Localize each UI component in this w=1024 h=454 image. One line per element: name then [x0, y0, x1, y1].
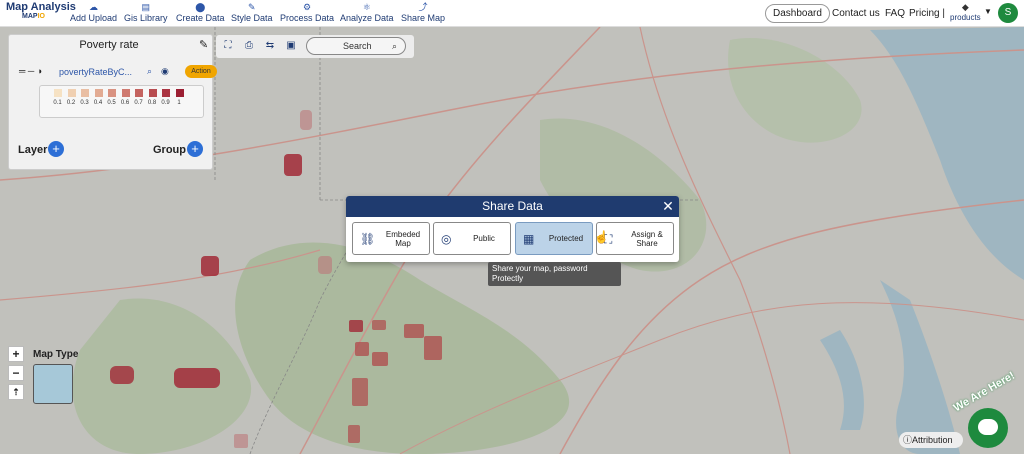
chat-button[interactable] [968, 408, 1008, 448]
action-button[interactable]: Action [185, 65, 217, 78]
search-icon[interactable]: ⌕ [392, 38, 397, 54]
add-group-button[interactable]: + [187, 141, 203, 157]
nav-analyze-data[interactable]: ⚛ Analyze Data [340, 2, 394, 25]
map-type-label: Map Type [33, 349, 79, 360]
close-icon[interactable]: ✕ [661, 196, 675, 217]
zoom-to-layer-icon[interactable]: ⌕ [147, 66, 152, 77]
layer-name[interactable]: povertyRateByC... [59, 67, 132, 77]
layer-panel: Poverty rate ✎ ═ ─ ◑ povertyRateByC... ⌕… [8, 34, 217, 170]
measure-icon[interactable]: ⇆ [264, 40, 276, 52]
public-button[interactable]: ◎ Public [433, 222, 511, 255]
attribution-button[interactable]: ⓘAttribution [899, 432, 963, 448]
layer-legend: 0.1 0.2 0.3 0.4 0.5 0.6 0.7 0.8 0.9 1 [39, 85, 204, 118]
share-data-modal: Share Data ✕ ⛓ Embeded Map ◎ Public ▦ Pr… [346, 196, 679, 262]
legend-label: 0.1 [53, 100, 62, 106]
search-input[interactable]: Search ⌕ [306, 37, 406, 55]
dashboard-button[interactable]: Dashboard [765, 2, 830, 24]
legend-swatch [135, 89, 143, 97]
nav-share-map[interactable]: ⤴ Share Map [401, 2, 445, 25]
embed-icon: ⛓ [360, 232, 376, 246]
nav-create-data[interactable]: ⬤ Create Data [176, 2, 225, 25]
layer-panel-title: Poverty rate [79, 39, 139, 51]
nav-contact-link[interactable]: Contact us [832, 2, 880, 24]
legend-label: 0.5 [107, 100, 116, 106]
compass-button[interactable]: ⇡ [8, 384, 24, 400]
print-icon[interactable]: ⎙ [243, 40, 255, 52]
eye-icon[interactable]: ◉ [161, 66, 169, 77]
lock-icon: ▦ [523, 232, 535, 246]
pencil-icon[interactable]: ✎ [199, 38, 208, 51]
legend-swatch [108, 89, 116, 97]
protected-button[interactable]: ▦ Protected [515, 222, 593, 255]
legend-swatch [67, 89, 76, 97]
embeded-map-button[interactable]: ⛓ Embeded Map [352, 222, 430, 255]
nav-style-data[interactable]: ✎ Style Data [231, 2, 273, 25]
legend-label: 0.3 [80, 100, 89, 106]
logo-subtitle: MAPIO [22, 13, 45, 20]
library-icon: ▤ [141, 2, 151, 12]
modal-title: Share Data [346, 196, 679, 217]
map-type-thumbnail[interactable] [33, 364, 73, 404]
chevron-down-icon[interactable]: ▼ [984, 7, 992, 16]
globe-icon: ◎ [441, 232, 452, 246]
app-logo[interactable]: Map Analysis MAPIO [6, 1, 76, 26]
info-icon: ⓘ [903, 435, 913, 445]
map-toolbar: ⛶ ⎙ ⇆ ▣ Search ⌕ [216, 35, 414, 58]
legend-swatch [162, 89, 170, 97]
drag-handle-icon[interactable]: ═ ─ ◑ [19, 66, 42, 76]
top-navbar: Map Analysis MAPIO ☁ Add Upload ▤ Gis Li… [0, 0, 1024, 27]
cloud-upload-icon: ☁ [89, 2, 99, 12]
share-icon: ⤴ [418, 2, 428, 12]
fullscreen-icon[interactable]: ⛶ [222, 40, 234, 52]
hand-cursor-icon: ☝ [594, 230, 609, 244]
legend-swatch [148, 89, 157, 97]
nav-pricing-link[interactable]: Pricing | [909, 2, 945, 24]
layer-label: Layer [18, 144, 48, 156]
legend-label: 0.6 [120, 100, 130, 106]
products-menu[interactable]: ◆ products [950, 2, 981, 25]
legend-swatch [81, 89, 89, 97]
legend-label: 0.8 [147, 100, 157, 106]
zoom-out-button[interactable]: − [8, 365, 24, 381]
location-pin-icon: ⬤ [195, 2, 206, 12]
legend-label: 0.7 [134, 100, 143, 106]
legend-swatch [94, 89, 103, 97]
legend-label: 0.9 [161, 100, 170, 106]
comment-icon[interactable]: ▣ [285, 40, 297, 52]
group-label: Group [153, 144, 186, 156]
legend-label: 1 [177, 100, 181, 106]
cube-icon: ◆ [961, 2, 969, 12]
legend-label: 0.2 [66, 100, 76, 106]
logo-title: Map Analysis [6, 1, 76, 13]
avatar[interactable]: S [998, 3, 1018, 23]
layer-row: ═ ─ ◑ povertyRateByC... ⌕ ◉ Action [19, 65, 217, 80]
chat-bubble-icon [978, 419, 998, 435]
legend-swatch [121, 89, 130, 97]
nav-gis-library[interactable]: ▤ Gis Library [124, 2, 168, 25]
nav-process-data[interactable]: ⚙ Process Data [280, 2, 334, 25]
legend-swatch [175, 89, 184, 97]
nav-faq-link[interactable]: FAQ [885, 2, 905, 24]
process-icon: ⚙ [302, 2, 312, 12]
nav-add-upload[interactable]: ☁ Add Upload [70, 2, 117, 25]
style-icon: ✎ [247, 2, 256, 12]
zoom-in-button[interactable]: + [8, 346, 24, 362]
legend-label: 0.4 [93, 100, 103, 106]
legend-swatch [54, 89, 62, 97]
add-layer-button[interactable]: + [48, 141, 64, 157]
analyze-icon: ⚛ [362, 2, 371, 12]
tooltip: Share your map, password Protectly [488, 262, 621, 286]
